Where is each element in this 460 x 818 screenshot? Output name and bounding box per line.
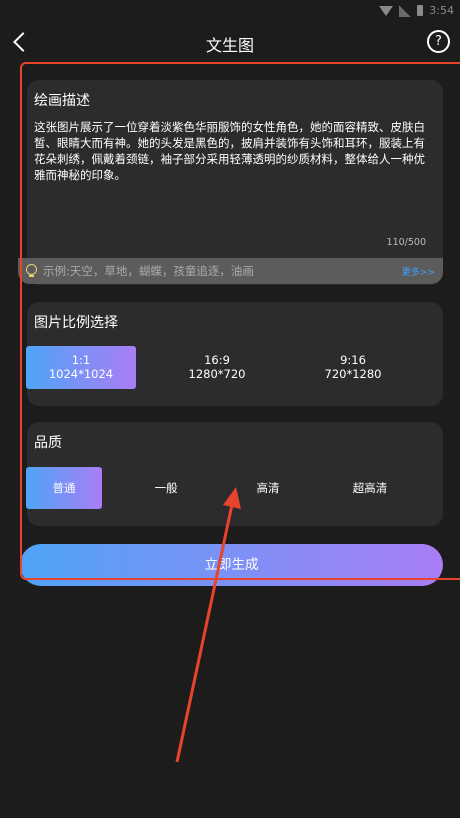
annotation-arrow xyxy=(175,487,241,763)
